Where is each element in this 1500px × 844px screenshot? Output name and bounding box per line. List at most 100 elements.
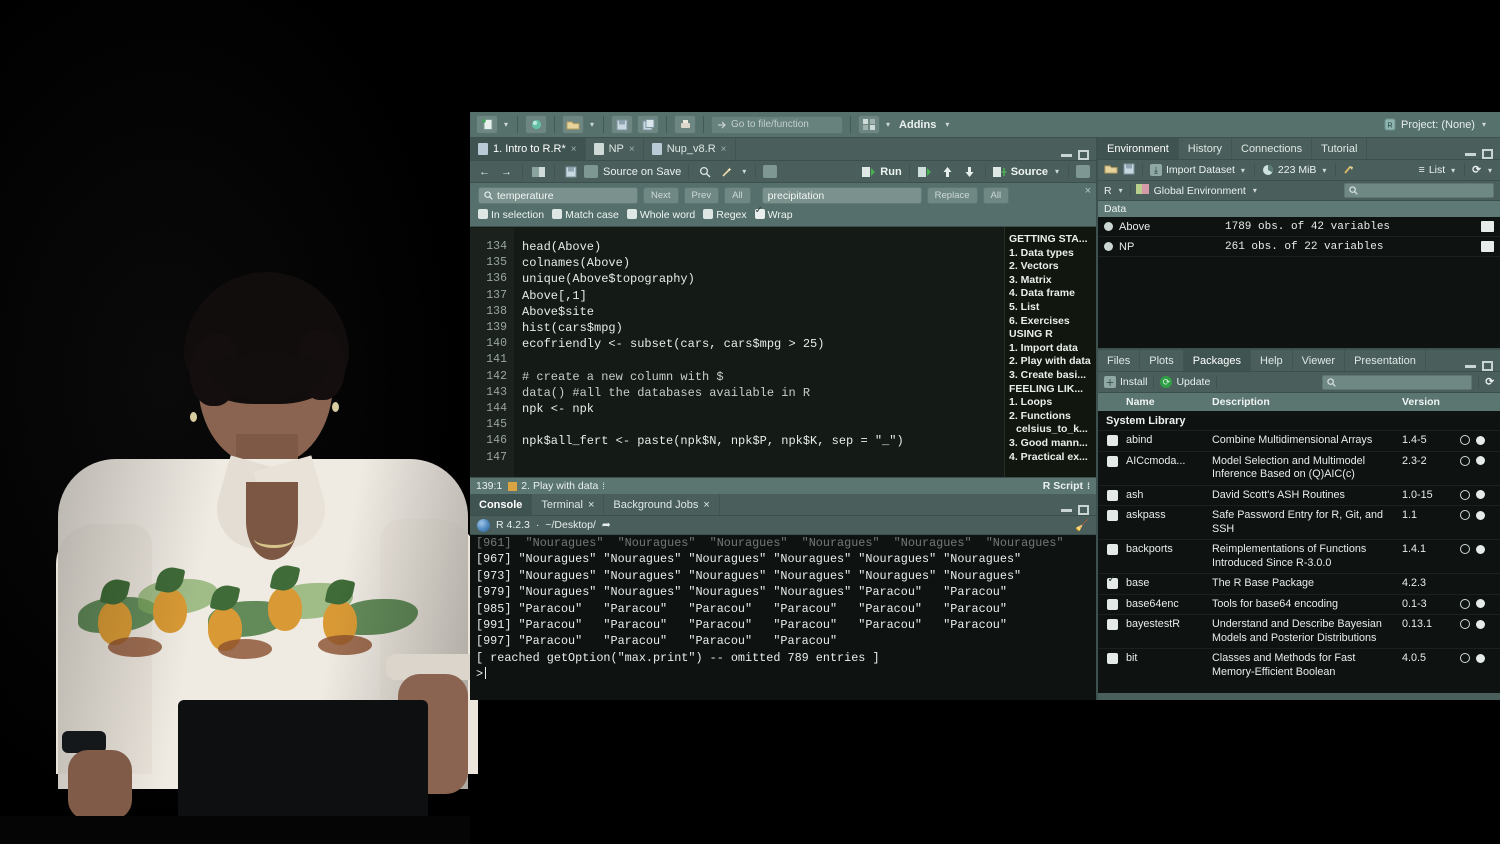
package-name[interactable]: askpass	[1126, 509, 1212, 521]
outline-item[interactable]: 1. Loops	[1009, 396, 1093, 410]
package-load-checkbox[interactable]	[1106, 574, 1118, 589]
maximize-icon[interactable]	[1078, 505, 1089, 515]
open-file-icon[interactable]	[562, 115, 585, 134]
import-dataset-button[interactable]: ⤓ Import Dataset ▾	[1150, 164, 1247, 176]
source-tab-nup-v8[interactable]: Nup_v8.R ×	[643, 138, 736, 160]
package-load-checkbox[interactable]	[1106, 455, 1118, 467]
maximize-icon[interactable]	[1482, 361, 1493, 371]
package-name[interactable]: backports	[1126, 543, 1212, 555]
compile-report-icon[interactable]	[763, 165, 778, 178]
new-project-icon[interactable]	[525, 115, 548, 134]
package-remove-icon[interactable]	[1476, 544, 1485, 554]
close-tab-icon[interactable]: ×	[721, 144, 727, 155]
view-data-icon[interactable]	[1481, 221, 1494, 232]
replace-input[interactable]: precipitation	[761, 187, 922, 204]
outline-item[interactable]: celsius_to_k...	[1009, 423, 1093, 437]
outline-item[interactable]: 4. Data frame	[1009, 287, 1093, 301]
save-file-icon[interactable]	[562, 164, 579, 180]
tab-environment[interactable]: Environment	[1098, 138, 1179, 159]
new-file-icon[interactable]	[476, 115, 498, 134]
goto-file-function-input[interactable]: Go to file/function	[711, 115, 844, 134]
outline-item[interactable]: 5. List	[1009, 301, 1093, 315]
addins-button[interactable]: Addins	[896, 119, 939, 131]
checkbox-wrap[interactable]	[754, 205, 765, 219]
source-button[interactable]: Source	[992, 166, 1048, 178]
magic-caret-icon[interactable]: ▾	[740, 167, 748, 176]
environment-row[interactable]: NP 261 obs. of 22 variables	[1098, 237, 1500, 257]
package-row[interactable]: base The R Base Package 4.2.3	[1098, 573, 1500, 594]
package-remove-icon[interactable]	[1476, 619, 1485, 629]
view-mode-button[interactable]: ≡ List ▾	[1419, 164, 1458, 176]
memory-usage-button[interactable]: 223 MiB ▾	[1262, 164, 1329, 176]
package-row[interactable]: bayestestR Understand and Describe Bayes…	[1098, 614, 1500, 648]
tab-terminal[interactable]: Terminal ×	[532, 494, 605, 515]
layout-caret-icon[interactable]: ▾	[884, 120, 892, 129]
close-tab-icon[interactable]: ×	[703, 499, 709, 511]
package-load-checkbox[interactable]	[1106, 653, 1118, 664]
close-find-icon[interactable]: ×	[1085, 185, 1091, 197]
new-file-caret-icon[interactable]: ▾	[502, 120, 510, 129]
option-regex[interactable]: Regex	[703, 209, 747, 221]
outline-item[interactable]: FEELING LIK...	[1009, 383, 1093, 397]
package-homepage-icon[interactable]	[1460, 455, 1470, 466]
close-tab-icon[interactable]: ×	[629, 144, 635, 155]
close-tab-icon[interactable]: ×	[571, 144, 577, 155]
console-output[interactable]: [961] "Nouragues" "Nouragues" "Nouragues…	[470, 535, 1096, 700]
source-on-save-checkbox[interactable]	[584, 165, 598, 178]
outline-item[interactable]: 1. Data types	[1009, 247, 1093, 261]
refresh-caret-icon[interactable]: ▾	[1486, 166, 1494, 175]
tab-viewer[interactable]: Viewer	[1293, 350, 1346, 371]
view-data-icon[interactable]	[1481, 241, 1494, 252]
outline-item[interactable]: 3. Good mann...	[1009, 437, 1093, 451]
package-homepage-icon[interactable]	[1460, 489, 1470, 500]
clear-console-icon[interactable]: 🧹	[1075, 519, 1089, 532]
package-homepage-icon[interactable]	[1460, 510, 1470, 520]
arrow-right-icon[interactable]: →	[498, 164, 515, 180]
project-caret-icon[interactable]: ▾	[1480, 120, 1488, 129]
checkbox-whole-word[interactable]	[626, 209, 637, 219]
open-in-finder-icon[interactable]: ➦	[602, 519, 611, 531]
print-icon[interactable]	[674, 115, 697, 134]
packages-list[interactable]: System Library abind Combine Multidimens…	[1098, 411, 1500, 693]
column-name[interactable]: Name	[1126, 396, 1212, 408]
tab-packages[interactable]: Packages	[1183, 350, 1252, 371]
arrow-up-icon[interactable]	[939, 164, 956, 180]
file-type-selector[interactable]: R Script ⁞	[1043, 480, 1090, 492]
source-tab-intro-to-r[interactable]: 1. Intro to R.R* ×	[470, 138, 586, 160]
save-workspace-icon[interactable]	[1123, 163, 1135, 178]
tab-tutorial[interactable]: Tutorial	[1312, 138, 1368, 159]
outline-item[interactable]: 1. Import data	[1009, 342, 1093, 356]
arrow-left-icon[interactable]: ←	[476, 164, 493, 180]
expand-object-icon[interactable]	[1104, 222, 1113, 231]
package-name[interactable]: base	[1126, 577, 1212, 589]
workbench-layout-icon[interactable]	[858, 115, 881, 134]
replace-button[interactable]: Replace	[926, 187, 978, 204]
environment-scope-label[interactable]: Global Environment	[1154, 185, 1246, 197]
import-caret-icon[interactable]: ▾	[1239, 166, 1247, 175]
replace-all-button[interactable]: All	[982, 187, 1010, 204]
refresh-icon[interactable]: ⟳	[1472, 164, 1481, 176]
code-text[interactable]: head(Above) colnames(Above) unique(Above…	[514, 228, 1004, 477]
column-description[interactable]: Description	[1212, 396, 1402, 408]
package-load-checkbox[interactable]	[1106, 489, 1118, 501]
tab-console[interactable]: Console	[470, 494, 533, 515]
tab-presentation[interactable]: Presentation	[1345, 350, 1426, 371]
checkbox-regex[interactable]	[703, 209, 714, 219]
package-load-checkbox[interactable]	[1106, 435, 1118, 446]
checkbox-in-selection[interactable]	[478, 209, 488, 219]
tab-history[interactable]: History	[1179, 138, 1232, 159]
show-document-outline-icon[interactable]	[530, 164, 547, 180]
run-button[interactable]: Run	[862, 166, 902, 178]
package-name[interactable]: bayestestR	[1126, 618, 1212, 630]
find-input[interactable]: temperature	[478, 187, 638, 204]
package-remove-icon[interactable]	[1476, 456, 1485, 465]
package-load-checkbox[interactable]	[1106, 510, 1118, 521]
find-next-button[interactable]: Next	[643, 187, 679, 204]
package-name[interactable]: abind	[1126, 434, 1212, 446]
package-remove-icon[interactable]	[1476, 435, 1485, 445]
package-name[interactable]: base64enc	[1126, 598, 1212, 610]
package-load-checkbox[interactable]	[1106, 598, 1118, 610]
magnifier-icon[interactable]	[696, 164, 713, 180]
option-wrap[interactable]: Wrap	[754, 205, 793, 221]
install-packages-button[interactable]: ＋ Install	[1104, 376, 1147, 388]
